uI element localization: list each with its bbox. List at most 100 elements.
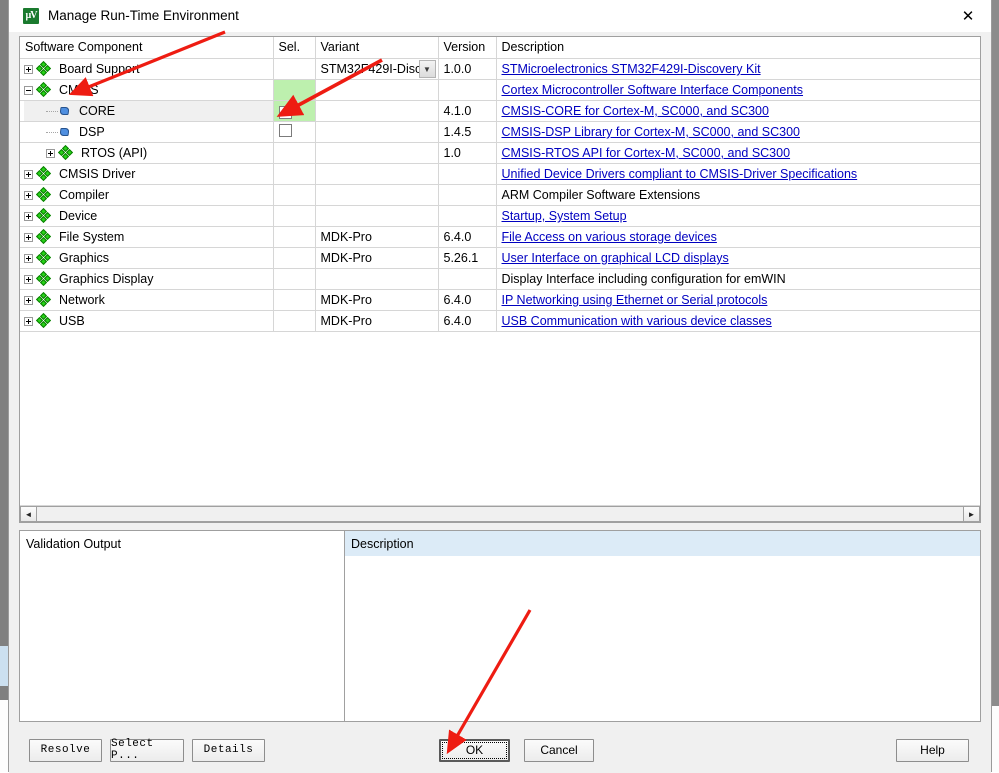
collapse-icon[interactable]: [24, 85, 33, 95]
table-row[interactable]: Network MDK-Pro 6.4.0 IP Networking using E…: [20, 289, 980, 311]
cell-description[interactable]: IP Networking using Ethernet or Serial p…: [496, 289, 980, 311]
cell-sel[interactable]: [273, 142, 316, 164]
cell-description[interactable]: User Interface on graphical LCD displays: [496, 247, 980, 269]
cell-variant[interactable]: [315, 142, 439, 164]
table-row[interactable]: CMSIS Driver Unified Device Drivers compl…: [20, 163, 980, 185]
description-link[interactable]: CMSIS-CORE for Cortex-M, SC000, and SC30…: [502, 104, 769, 118]
cell-variant[interactable]: MDK-Pro: [315, 289, 439, 311]
checkbox-unchecked[interactable]: [278, 124, 292, 137]
cell-sel[interactable]: [273, 184, 316, 206]
cell-software-component[interactable]: Network: [20, 289, 274, 311]
table-row[interactable]: Graphics MDK-Pro 5.26.1 User Interface on g…: [20, 247, 980, 269]
table-row[interactable]: CMSIS Cortex Microcontroller Software Int…: [20, 79, 980, 101]
cell-variant[interactable]: [315, 184, 439, 206]
description-link[interactable]: Cortex Microcontroller Software Interfac…: [502, 83, 804, 97]
tree-item[interactable]: Network: [24, 290, 272, 310]
cell-description[interactable]: Cortex Microcontroller Software Interfac…: [496, 79, 980, 101]
tree-item[interactable]: Board Support: [24, 59, 272, 79]
details-button[interactable]: Details: [192, 738, 265, 762]
cell-software-component[interactable]: CORE: [20, 100, 274, 122]
cell-description[interactable]: USB Communication with various device cl…: [496, 310, 980, 332]
cell-software-component[interactable]: Compiler: [20, 184, 274, 206]
tree-item[interactable]: DSP: [24, 122, 272, 142]
tree-item[interactable]: CMSIS: [24, 80, 272, 100]
cell-software-component[interactable]: Graphics: [20, 247, 274, 269]
description-content[interactable]: [345, 556, 980, 721]
table-row[interactable]: Board Support STM32F429I-Discov▼ 1.0.0 STMi…: [20, 58, 980, 80]
expand-icon[interactable]: [24, 253, 33, 263]
cell-description[interactable]: Startup, System Setup: [496, 205, 980, 227]
cell-description[interactable]: File Access on various storage devices: [496, 226, 980, 248]
column-header-description[interactable]: Description: [496, 37, 980, 59]
close-icon[interactable]: ✕: [945, 0, 991, 31]
table-row[interactable]: USB MDK-Pro 6.4.0 USB Communication with va…: [20, 310, 980, 332]
scroll-left-icon[interactable]: ◄: [20, 506, 37, 522]
expand-icon[interactable]: [46, 148, 55, 158]
chevron-down-icon[interactable]: ▼: [418, 60, 436, 78]
horizontal-scrollbar[interactable]: ◄ ►: [20, 505, 980, 522]
description-link[interactable]: STMicroelectronics STM32F429I-Discovery …: [502, 62, 761, 76]
table-row[interactable]: DSP 1.4.5 CMSIS-DSP Library for Cortex-M, …: [20, 121, 980, 143]
column-header-software-component[interactable]: Software Component: [20, 37, 274, 59]
tree-item[interactable]: Compiler: [24, 185, 272, 205]
scrollbar-track[interactable]: [37, 506, 963, 522]
column-header-sel[interactable]: Sel.: [273, 37, 316, 59]
select-packs-button[interactable]: Select P...: [110, 738, 184, 762]
expand-icon[interactable]: [24, 64, 33, 74]
table-row[interactable]: File System MDK-Pro 6.4.0 File Access on va…: [20, 226, 980, 248]
tree-item[interactable]: Device: [24, 206, 272, 226]
table-row[interactable]: Device Startup, System Setup: [20, 205, 980, 227]
cell-software-component[interactable]: CMSIS: [20, 79, 274, 101]
tree-item[interactable]: USB: [24, 311, 272, 331]
table-row[interactable]: RTOS (API) 1.0 CMSIS-RTOS API for Cortex-M…: [20, 142, 980, 164]
cell-software-component[interactable]: File System: [20, 226, 274, 248]
cell-description[interactable]: Unified Device Drivers compliant to CMSI…: [496, 163, 980, 185]
cell-software-component[interactable]: DSP: [20, 121, 274, 143]
table-row[interactable]: CORE ✔ 4.1.0 CMSIS-CORE for Cortex-M, SC000…: [20, 100, 980, 122]
cell-software-component[interactable]: Board Support: [20, 58, 274, 80]
tree-item[interactable]: CORE: [24, 101, 272, 121]
cell-variant[interactable]: [315, 163, 439, 185]
tree-item[interactable]: Graphics: [24, 248, 272, 268]
scroll-right-icon[interactable]: ►: [963, 506, 980, 522]
expand-icon[interactable]: [24, 316, 33, 326]
tree-item[interactable]: File System: [24, 227, 272, 247]
cell-sel[interactable]: [273, 226, 316, 248]
description-link[interactable]: CMSIS-RTOS API for Cortex-M, SC000, and …: [502, 146, 791, 160]
tree-item[interactable]: Graphics Display: [24, 269, 272, 289]
cell-sel[interactable]: [273, 310, 316, 332]
variant-dropdown[interactable]: STM32F429I-Discov▼: [318, 60, 436, 78]
validation-output-content[interactable]: [20, 556, 344, 721]
cell-variant[interactable]: [315, 268, 439, 290]
checkbox-checked[interactable]: ✔: [278, 105, 292, 119]
cell-software-component[interactable]: CMSIS Driver: [20, 163, 274, 185]
description-link[interactable]: IP Networking using Ethernet or Serial p…: [502, 293, 768, 307]
expand-icon[interactable]: [24, 295, 33, 305]
cell-software-component[interactable]: USB: [20, 310, 274, 332]
cell-sel[interactable]: [273, 58, 316, 80]
tree-item[interactable]: RTOS (API): [24, 143, 272, 163]
cancel-button[interactable]: Cancel: [524, 738, 594, 762]
expand-icon[interactable]: [24, 232, 33, 242]
description-link[interactable]: File Access on various storage devices: [502, 230, 717, 244]
cell-sel[interactable]: [273, 163, 316, 185]
description-link[interactable]: Unified Device Drivers compliant to CMSI…: [502, 167, 858, 181]
description-link[interactable]: Startup, System Setup: [502, 209, 627, 223]
table-row[interactable]: Compiler ARM Compiler Software Extensions: [20, 184, 980, 206]
cell-variant[interactable]: MDK-Pro: [315, 226, 439, 248]
expand-icon[interactable]: [24, 169, 33, 179]
cell-variant[interactable]: MDK-Pro: [315, 310, 439, 332]
cell-description[interactable]: CMSIS-DSP Library for Cortex-M, SC000, a…: [496, 121, 980, 143]
cell-sel[interactable]: [273, 268, 316, 290]
cell-software-component[interactable]: RTOS (API): [20, 142, 274, 164]
expand-icon[interactable]: [24, 211, 33, 221]
cell-sel[interactable]: [273, 121, 316, 143]
cell-description[interactable]: STMicroelectronics STM32F429I-Discovery …: [496, 58, 980, 80]
cell-software-component[interactable]: Graphics Display: [20, 268, 274, 290]
tree-item[interactable]: CMSIS Driver: [24, 164, 272, 184]
cell-sel[interactable]: [273, 205, 316, 227]
help-button[interactable]: Help: [896, 738, 969, 762]
cell-variant[interactable]: [315, 100, 439, 122]
cell-sel[interactable]: [273, 79, 316, 101]
cell-variant[interactable]: [315, 205, 439, 227]
